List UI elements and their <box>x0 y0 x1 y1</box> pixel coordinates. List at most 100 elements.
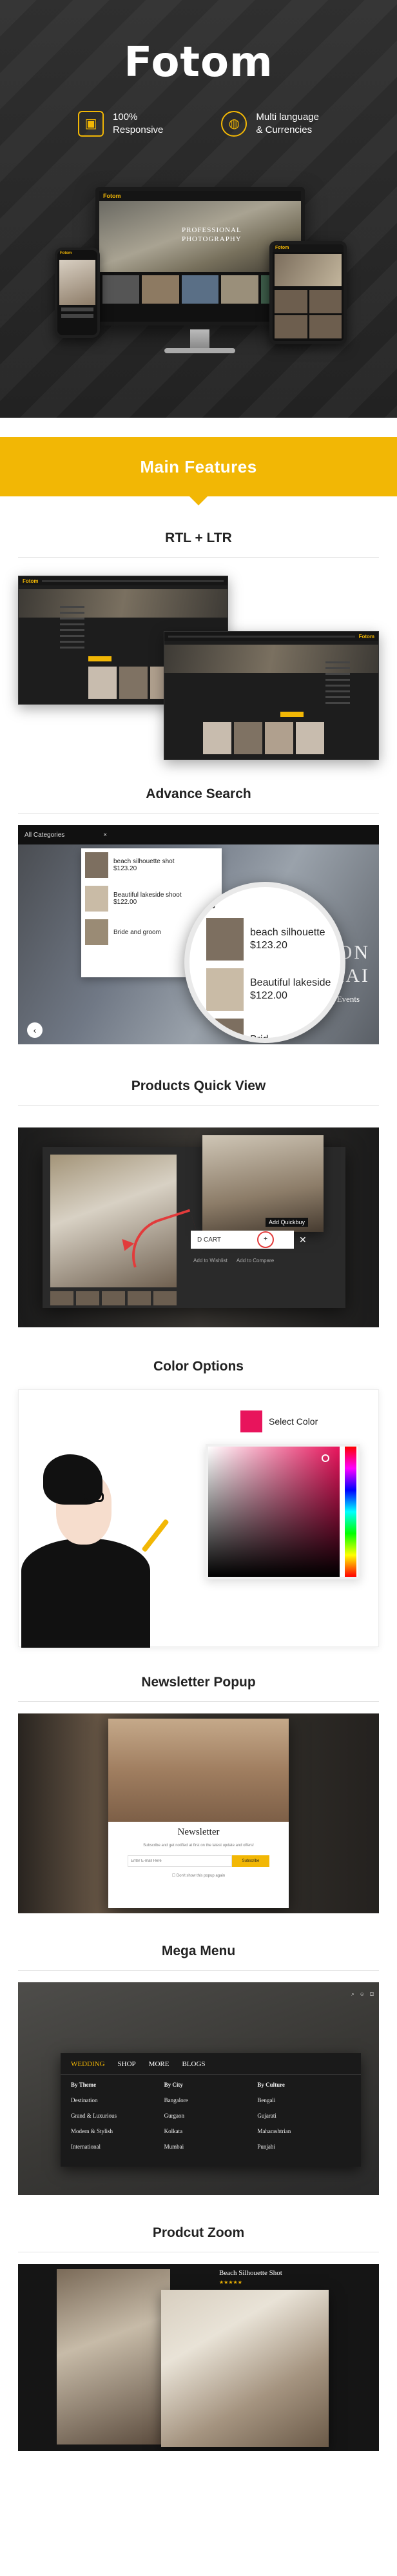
quickbuy-plus-icon[interactable]: + <box>257 1231 275 1248</box>
hero-section: Fotom ▣ 100% Responsive ◍ Multi language… <box>0 0 397 418</box>
tab-shop[interactable]: SHOP <box>118 2060 136 2068</box>
compare-link[interactable]: Add to Compare <box>237 1258 274 1264</box>
email-field[interactable] <box>128 1855 232 1867</box>
select-color-control[interactable]: Select Color <box>240 1410 318 1432</box>
newsletter-form: Subscribe <box>128 1855 269 1867</box>
person-illustration-body <box>21 1538 150 1648</box>
page-bottom-spacer <box>0 2451 397 2460</box>
rtl-accent <box>280 712 304 717</box>
section-divider <box>18 813 379 814</box>
megamenu-stage: ⌕ ☺ ⛋ WEDDING SHOP MORE BLOGS By Theme B… <box>18 1982 379 2195</box>
section-mega-menu: Mega Menu ⌕ ☺ ⛋ WEDDING SHOP MORE BLOGS … <box>0 1913 397 2195</box>
feature-responsive-line1: 100% <box>113 112 138 122</box>
subscribe-button[interactable]: Subscribe <box>232 1855 269 1867</box>
main-features-banner: Main Features <box>0 437 397 505</box>
product-main-image[interactable] <box>57 2269 170 2444</box>
menu-link[interactable]: Bangalore <box>164 2097 258 2103</box>
menu-link[interactable]: Punjabi <box>257 2143 351 2150</box>
menu-link[interactable]: Mumbai <box>164 2143 258 2150</box>
feature-multilanguage: ◍ Multi language & Currencies <box>221 111 319 137</box>
cart-icon[interactable]: ⛋ <box>370 1991 374 1998</box>
menu-link[interactable]: Gurgaon <box>164 2113 258 2119</box>
menu-link[interactable]: International <box>71 2143 164 2150</box>
phone-line <box>61 314 93 318</box>
tab-blogs[interactable]: BLOGS <box>182 2060 205 2068</box>
result-name: Beautiful lakeside shoot <box>113 892 182 899</box>
responsive-icon: ▣ <box>78 111 104 137</box>
wishlist-link[interactable]: Add to Wishlist <box>193 1258 228 1264</box>
section-divider <box>18 1701 379 1702</box>
section-divider <box>18 557 379 558</box>
product-zoom-lens <box>161 2290 329 2447</box>
rtl-ltr-stage: Fotom Fotom <box>18 569 379 763</box>
search-bar[interactable]: All Categories × <box>18 825 379 844</box>
tablet-mockup: Fotom <box>269 241 347 344</box>
rtl-sidebar <box>323 658 353 753</box>
phone-image <box>59 260 95 305</box>
picker-handle[interactable] <box>322 1454 329 1462</box>
newsletter-stage: Newsletter Subscribe and get notified at… <box>18 1713 379 1913</box>
mega-menu-tabs: WEDDING SHOP MORE BLOGS <box>61 2053 361 2075</box>
menu-link[interactable]: Maharashtrian <box>257 2128 351 2134</box>
saturation-area[interactable] <box>208 1447 340 1577</box>
color-picker[interactable] <box>206 1444 360 1579</box>
hue-slider[interactable] <box>345 1447 356 1577</box>
newsletter-title: Newsletter <box>177 1827 220 1837</box>
close-icon[interactable]: ✕ <box>299 1234 307 1245</box>
newsletter-subtitle: Subscribe and get notified at first on t… <box>143 1844 254 1848</box>
menu-link[interactable]: Destination <box>71 2097 164 2103</box>
search-icon[interactable]: ⌕ <box>351 1991 354 1998</box>
menu-link[interactable]: Modern & Stylish <box>71 2128 164 2134</box>
section-divider <box>18 1970 379 1971</box>
tab-wedding[interactable]: WEDDING <box>71 2060 105 2068</box>
search-result-item[interactable]: Beautiful lakeside shoot $122.00 <box>81 882 222 915</box>
magnified-thumbnail <box>206 918 244 961</box>
tablet-mini-logo: Fotom <box>273 244 344 252</box>
hero-features: ▣ 100% Responsive ◍ Multi language & Cur… <box>0 111 397 137</box>
zoom-stage: Beach Silhouette Shot ★★★★★ <box>18 2264 379 2451</box>
select-color-label: Select Color <box>269 1416 318 1427</box>
fotom-logo: Fotom <box>124 39 273 86</box>
menu-link[interactable]: Gujarati <box>257 2113 351 2119</box>
ltr-logo: Fotom <box>23 578 39 584</box>
section-title: Prodcut Zoom <box>152 2225 245 2240</box>
menu-link[interactable]: Kolkata <box>164 2128 258 2134</box>
pencil-icon <box>141 1518 169 1553</box>
mega-menu-panel: WEDDING SHOP MORE BLOGS By Theme By City… <box>61 2053 361 2167</box>
newsletter-modal: Newsletter Subscribe and get notified at… <box>108 1719 289 1908</box>
magnified-price: $122.00 <box>250 990 287 1001</box>
section-title: Color Options <box>153 1359 244 1374</box>
add-to-cart-button[interactable]: D CART + <box>191 1231 294 1249</box>
section-title: Products Quick View <box>131 1078 266 1093</box>
result-name: beach silhouette shot <box>113 858 175 865</box>
category-select[interactable]: All Categories <box>24 832 64 839</box>
section-advance-search: Advance Search All Categories × ESSION O… <box>0 763 397 1044</box>
magnified-name: Beautiful lakeside <box>250 977 331 988</box>
magnified-item: beach silhouette $123.20 <box>206 918 325 961</box>
dont-show-checkbox[interactable]: ☐ Don't show this popup again <box>108 1873 289 1878</box>
desktop-mini-logo: Fotom <box>103 193 121 199</box>
globe-icon: ◍ <box>221 111 247 137</box>
result-price: $122.00 <box>113 899 137 906</box>
magnified-price: $123.20 <box>250 940 287 951</box>
magnified-thumbnail <box>206 968 244 1011</box>
color-stage: Select Color <box>18 1389 379 1648</box>
search-result-item[interactable]: beach silhouette shot $123.20 <box>81 848 222 882</box>
menu-link[interactable]: Grand & Luxurious <box>71 2113 164 2119</box>
slider-prev-button[interactable]: ‹ <box>27 1022 43 1038</box>
rtl-products <box>203 722 324 754</box>
rtl-logo: Fotom <box>358 633 374 639</box>
section-quick-view: Products Quick View D CART + Add Quickbu… <box>0 1044 397 1327</box>
phone-mini-logo: Fotom <box>60 251 72 255</box>
magnified-name: beach silhouette <box>250 927 325 938</box>
result-thumbnail <box>85 852 108 878</box>
menu-column-head: By Culture <box>257 2082 285 2088</box>
color-swatch[interactable] <box>240 1410 262 1432</box>
menu-link[interactable]: Bengali <box>257 2097 351 2103</box>
magnified-item: Beautiful lakeside $122.00 <box>206 968 331 1011</box>
user-icon[interactable]: ☺ <box>360 1991 365 1998</box>
section-title: Advance Search <box>146 786 251 801</box>
quickview-thumbnails <box>50 1291 177 1305</box>
chevron-down-icon[interactable]: × <box>103 832 107 839</box>
tab-more[interactable]: MORE <box>149 2060 169 2068</box>
